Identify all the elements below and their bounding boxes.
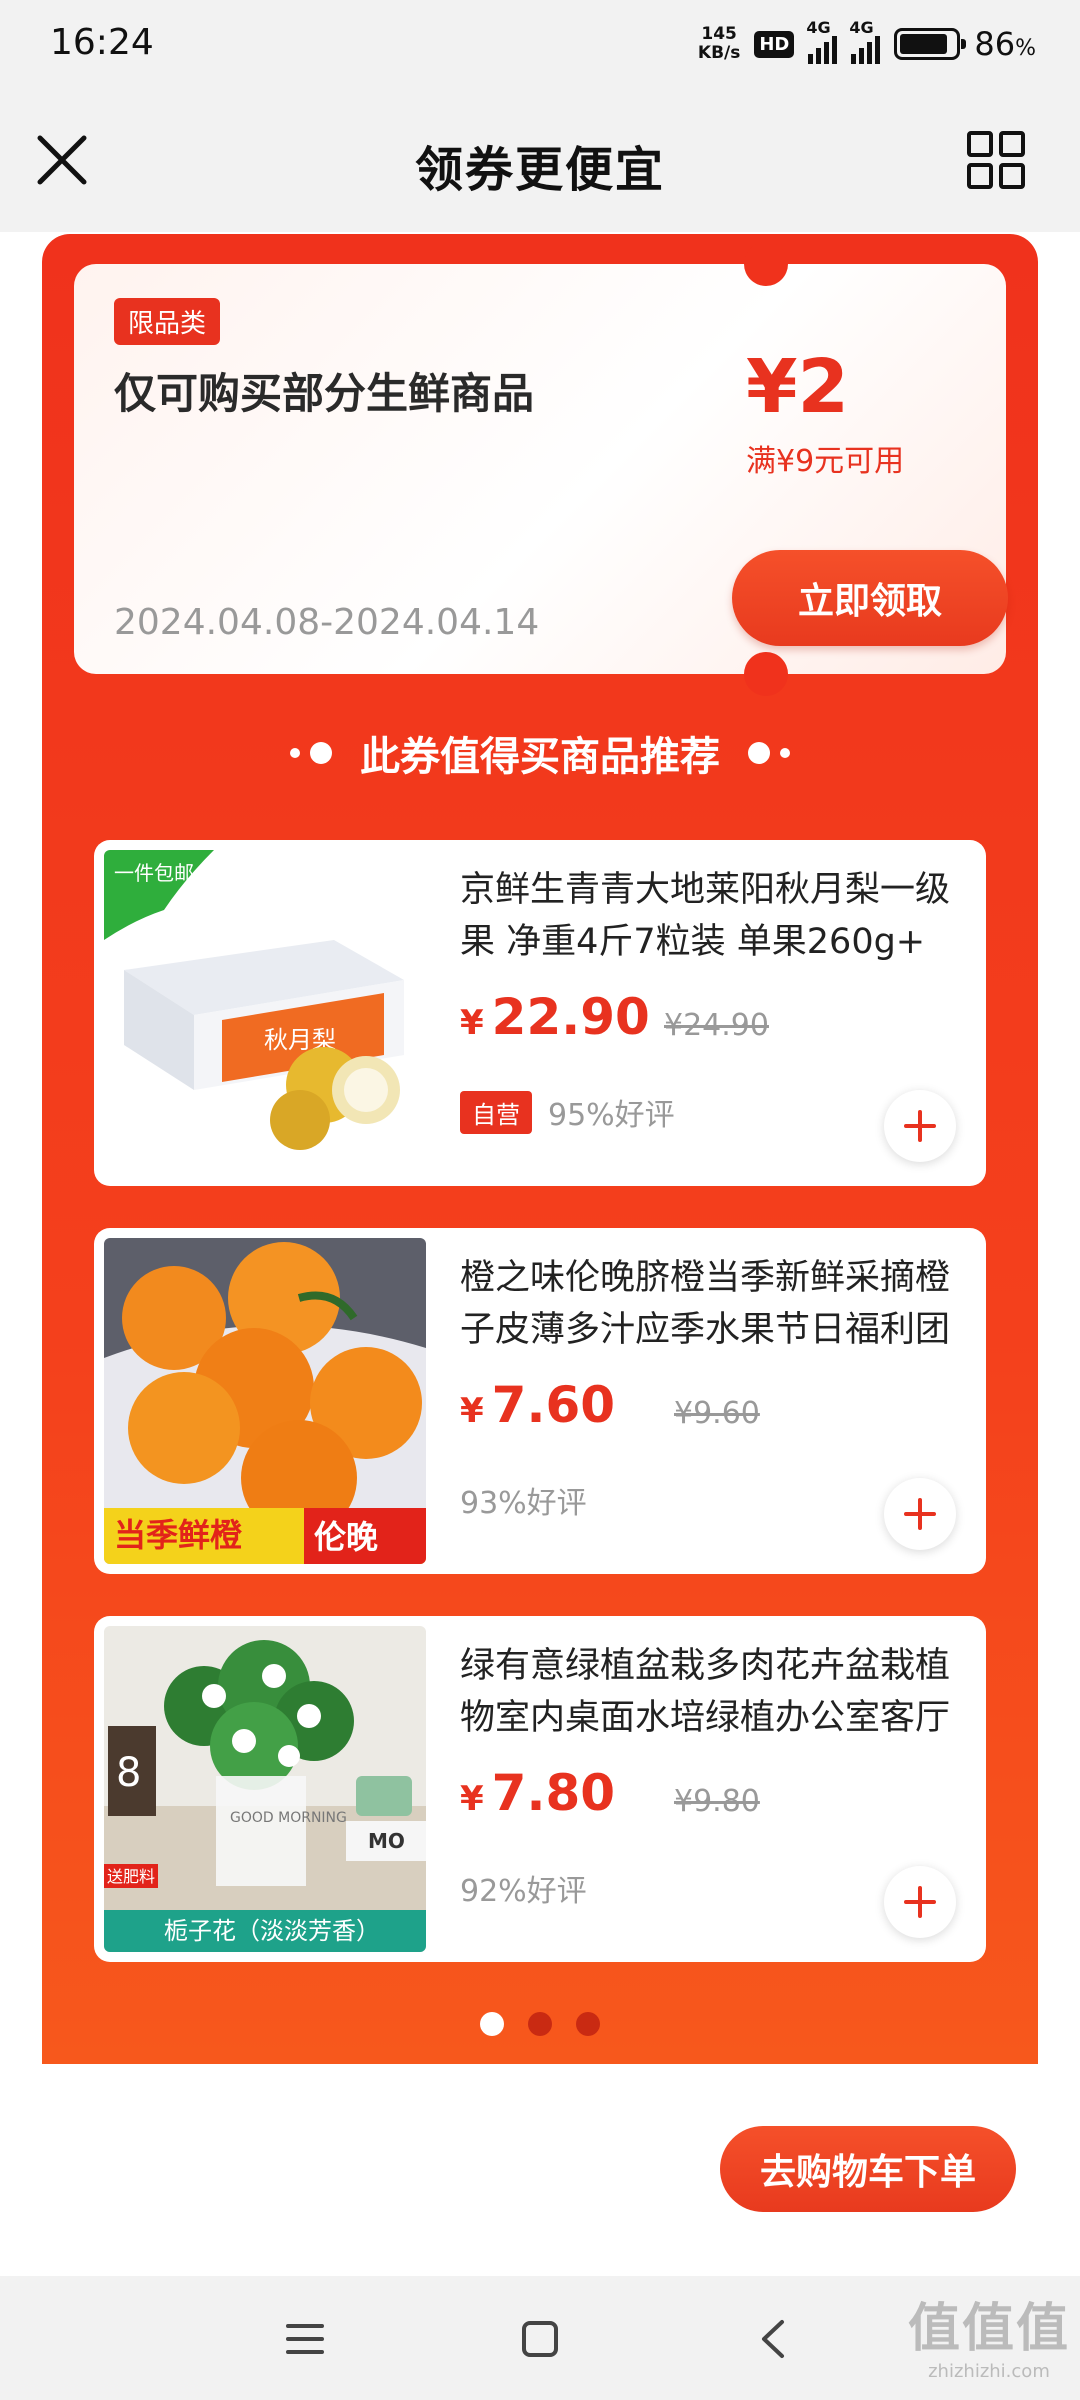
product-image-pear[interactable]: 秋月梨 一件包邮 xyxy=(104,850,426,1176)
system-nav-bar: 值值值 zhizhizhi.com xyxy=(0,2276,1080,2400)
add-to-cart-button[interactable] xyxy=(884,1866,956,1938)
network-speed-unit: KB/s xyxy=(697,43,741,63)
product-meta: 自营 95%好评 xyxy=(460,1090,675,1134)
watermark-url: zhizhizhi.com xyxy=(928,2361,1050,2382)
status-bar: 16:24 145 KB/s HD 4G 4G 86% xyxy=(0,0,1080,92)
free-shipping-tag: 一件包邮 xyxy=(114,861,194,885)
product-price: ¥7.80 xyxy=(460,1764,616,1822)
product-meta: 92%好评 xyxy=(460,1866,587,1910)
self-operated-badge: 自营 xyxy=(460,1090,532,1134)
calendar-digit: 8 xyxy=(116,1750,141,1796)
coupon-notch xyxy=(744,242,788,286)
product-name[interactable]: 绿有意绿植盆栽多肉花卉盆栽植物室内桌面水培绿植办公室客厅 xyxy=(460,1640,970,1744)
plus-icon xyxy=(904,1498,936,1530)
recommend-title-text: 此券值得买商品推荐 xyxy=(360,734,720,780)
battery-percent: 86% xyxy=(974,25,1036,63)
go-to-cart-button[interactable]: 去购物车下单 xyxy=(720,2126,1016,2212)
fertilizer-tag: 送肥料 xyxy=(107,1867,155,1886)
grid-icon xyxy=(967,131,1025,189)
rating-text: 92%好评 xyxy=(460,1874,587,1909)
site-watermark: 值值值 zhizhizhi.com xyxy=(908,2286,1070,2382)
nav-home-button[interactable] xyxy=(515,2314,565,2364)
page-dot[interactable] xyxy=(576,2012,600,2036)
product-image-orange[interactable]: 当季鲜橙 伦晚 xyxy=(104,1238,426,1564)
page-dot-active[interactable] xyxy=(480,2012,504,2036)
rating-text: 93%好评 xyxy=(460,1486,587,1521)
add-to-cart-button[interactable] xyxy=(884,1090,956,1162)
coupon-amount: ¥2 xyxy=(746,344,849,430)
product-card[interactable]: 8 MO GOOD MORNING 送肥料 栀子花（淡淡芳香） 绿有意绿植盆栽多… xyxy=(94,1616,986,1962)
orange-banner-left: 当季鲜橙 xyxy=(114,1516,243,1554)
menu-icon xyxy=(286,2324,324,2354)
product-name[interactable]: 橙之味伦晚脐橙当季新鲜采摘橙子皮薄多汁应季水果节日福利团 xyxy=(460,1252,970,1356)
product-price: ¥7.60 xyxy=(460,1376,616,1434)
orange-banner-right: 伦晚 xyxy=(314,1518,378,1556)
plant-caption: 栀子花（淡淡芳香） xyxy=(164,1917,380,1945)
original-price: ¥9.80 xyxy=(674,1784,760,1819)
network-speed-value: 145 xyxy=(701,24,737,44)
product-price: ¥22.90 xyxy=(460,988,650,1046)
plus-icon xyxy=(904,1886,936,1918)
header: 领券更便宜 xyxy=(0,92,1080,232)
battery-icon xyxy=(894,28,967,60)
coupon-panel: 限品类 仅可购买部分生鲜商品 ¥2 满¥9元可用 2024.04.08-2024… xyxy=(42,234,1038,2064)
nav-menu-button[interactable] xyxy=(280,2314,330,2364)
product-card[interactable]: 当季鲜橙 伦晚 橙之味伦晚脐橙当季新鲜采摘橙子皮薄多汁应季水果节日福利团 ¥7.… xyxy=(94,1228,986,1574)
back-arrow-icon xyxy=(762,2320,784,2358)
hd-badge: HD xyxy=(754,30,795,58)
page-title: 领券更便宜 xyxy=(414,142,665,198)
decor-dots xyxy=(748,742,790,764)
home-square-icon xyxy=(522,2321,558,2357)
product-meta: 93%好评 xyxy=(460,1478,587,1522)
status-time: 16:24 xyxy=(50,22,154,63)
network-type-2: 4G xyxy=(849,18,874,37)
coupon-notch xyxy=(744,652,788,696)
claim-coupon-button[interactable]: 立即领取 xyxy=(732,550,1008,646)
product-name[interactable]: 京鲜生青青大地莱阳秋月梨一级果 净重4斤7粒装 单果260g+ xyxy=(460,864,970,968)
watermark-logo: 值值值 xyxy=(907,2299,1070,2359)
network-speed: 145 KB/s xyxy=(698,25,740,63)
plus-icon xyxy=(904,1110,936,1142)
book-label: MO xyxy=(368,1829,405,1853)
category-limit-tag: 限品类 xyxy=(114,298,221,345)
coupon-card: 限品类 仅可购买部分生鲜商品 ¥2 满¥9元可用 2024.04.08-2024… xyxy=(74,242,1008,696)
product-card[interactable]: 秋月梨 一件包邮 京鲜生青青大地莱阳秋月梨一级果 净重4斤7粒装 单果260g+… xyxy=(94,840,986,1186)
product-image-plant[interactable]: 8 MO GOOD MORNING 送肥料 栀子花（淡淡芳香） xyxy=(104,1626,426,1952)
nav-back-button[interactable] xyxy=(750,2314,800,2364)
decor-dots xyxy=(290,742,332,764)
signal-icon: 4G xyxy=(849,18,881,64)
status-indicators: 145 KB/s HD 4G 4G 86% xyxy=(698,18,1036,64)
add-to-cart-button[interactable] xyxy=(884,1478,956,1550)
original-price: ¥24.90 xyxy=(664,1008,769,1043)
page-dot[interactable] xyxy=(528,2012,552,2036)
coupon-description: 仅可购买部分生鲜商品 xyxy=(114,369,535,418)
recommend-section-title: 此券值得买商品推荐 xyxy=(42,724,1038,782)
signal-icon: 4G xyxy=(806,18,838,64)
coupon-validity: 2024.04.08-2024.04.14 xyxy=(114,602,540,643)
original-price: ¥9.60 xyxy=(674,1396,760,1431)
page-indicator[interactable] xyxy=(42,2012,1038,2036)
rating-text: 95%好评 xyxy=(548,1098,675,1133)
network-type-1: 4G xyxy=(806,18,831,37)
grid-menu-button[interactable] xyxy=(966,130,1026,190)
coupon-condition: 满¥9元可用 xyxy=(746,444,905,479)
pot-label: GOOD MORNING xyxy=(230,1810,347,1826)
